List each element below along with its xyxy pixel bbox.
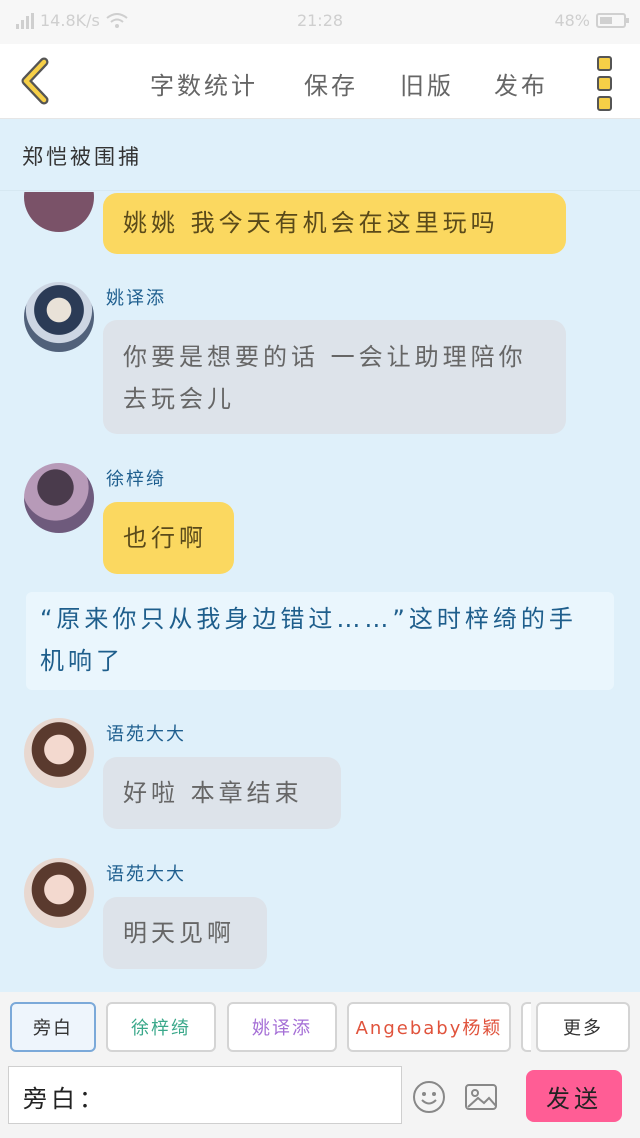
publish-button[interactable]: 发布: [494, 66, 548, 101]
role-angelababy-button[interactable]: Angebaby杨颖: [347, 1002, 511, 1052]
old-version-button[interactable]: 旧版: [400, 66, 454, 101]
avatar[interactable]: [24, 282, 94, 352]
avatar[interactable]: [24, 718, 94, 788]
clock: 21:28: [296, 11, 344, 30]
composer: 旁白 徐梓绮 姚译添 Angebaby杨颖 更多 旁白： 发送: [0, 992, 640, 1138]
battery-level: 48%: [554, 11, 590, 30]
chapter-title: 郑恺被围捕: [22, 145, 142, 169]
message-bubble: 也行啊: [103, 502, 234, 574]
narration-block: “原来你只从我身边错过……”这时梓绮的手机响了: [26, 592, 614, 690]
role-xu-button[interactable]: 徐梓绮: [106, 1002, 216, 1052]
message-input[interactable]: 旁白：: [8, 1066, 402, 1124]
image-icon[interactable]: [464, 1080, 498, 1114]
speaker-name: 姚译添: [106, 288, 166, 309]
more-roles-button[interactable]: 更多: [536, 1002, 630, 1052]
avatar[interactable]: [24, 463, 94, 533]
save-button[interactable]: 保存: [304, 66, 358, 101]
message-bubble: 你要是想要的话 一会让助理陪你去玩会儿: [103, 320, 566, 434]
role-yao-button[interactable]: 姚译添: [227, 1002, 337, 1052]
message-bubble: 明天见啊: [103, 897, 267, 969]
word-count-button[interactable]: 字数统计: [150, 66, 258, 101]
status-bar: 14.8K/s 21:28 48%: [0, 0, 640, 44]
speaker-name: 徐梓绮: [106, 469, 166, 490]
message-bubble: 姚姚 我今天有机会在这里玩吗: [103, 193, 566, 254]
speaker-name: 语苑大大: [106, 864, 186, 885]
divider: [0, 190, 640, 191]
speaker-name: 语苑大大: [106, 724, 186, 745]
more-menu-icon[interactable]: [597, 56, 613, 111]
message-bubble: 好啦 本章结束: [103, 757, 341, 829]
battery-icon: [596, 13, 629, 28]
role-narration-button[interactable]: 旁白: [10, 1002, 96, 1052]
send-button[interactable]: 发送: [526, 1070, 622, 1122]
smiley-icon[interactable]: [412, 1080, 446, 1114]
back-icon[interactable]: [14, 56, 54, 106]
avatar[interactable]: [24, 858, 94, 928]
role-partial-button[interactable]: [521, 1002, 531, 1052]
avatar-partial: [24, 192, 94, 232]
toolbar: 字数统计 保存 旧版 发布: [0, 44, 640, 119]
